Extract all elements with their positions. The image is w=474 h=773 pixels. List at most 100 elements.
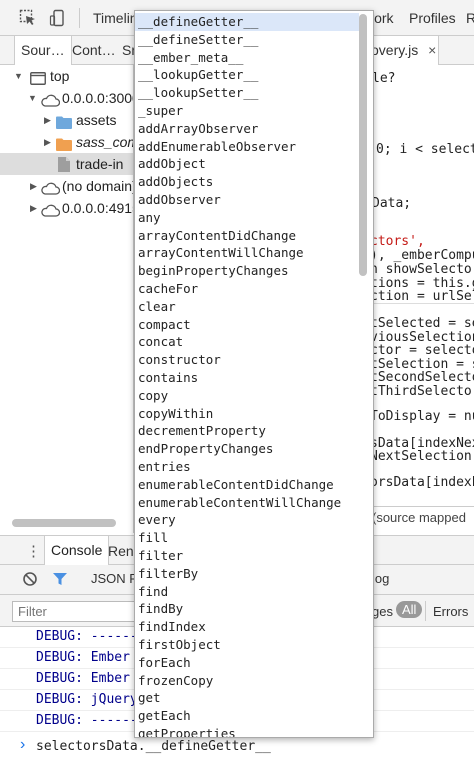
tab-open-file[interactable]: overy.js ×: [364, 36, 440, 65]
autocomplete-item[interactable]: contains: [135, 369, 359, 387]
autocomplete-item[interactable]: frozenCopy: [135, 672, 359, 690]
tree-item-trade-in[interactable]: trade-in: [0, 153, 133, 175]
console-prompt-icon: ›: [20, 736, 26, 753]
context-selector[interactable]: JSON F: [91, 571, 137, 586]
autocomplete-item[interactable]: __defineSetter__: [135, 31, 359, 49]
expand-arrow-icon[interactable]: ▼: [28, 87, 37, 109]
autocomplete-item[interactable]: copy: [135, 387, 359, 405]
tree-item-label: assets: [76, 112, 117, 128]
console-filter-input[interactable]: [12, 601, 136, 622]
autocomplete-item[interactable]: entries: [135, 458, 359, 476]
code-line: 0; i < select: [376, 142, 474, 157]
cursor-arrow-icon[interactable]: [16, 6, 40, 30]
filter-icon[interactable]: [52, 572, 68, 589]
tree-item-assets[interactable]: ▶ assets: [0, 109, 133, 131]
autocomplete-item[interactable]: arrayContentWillChange: [135, 244, 359, 262]
tab-content-scripts[interactable]: Cont…: [66, 36, 122, 65]
tab-console[interactable]: Console: [44, 536, 110, 565]
autocomplete-item[interactable]: addArrayObserver: [135, 120, 359, 138]
level-errors-button[interactable]: Errors: [433, 604, 468, 619]
autocomplete-item[interactable]: clear: [135, 298, 359, 316]
tab-sources[interactable]: Sour…: [14, 36, 72, 65]
autocomplete-item[interactable]: __lookupGetter__: [135, 66, 359, 84]
autocomplete-item[interactable]: enumerableContentDidChange: [135, 476, 359, 494]
autocomplete-item[interactable]: firstObject: [135, 636, 359, 654]
autocomplete-item[interactable]: filter: [135, 547, 359, 565]
autocomplete-item[interactable]: addObserver: [135, 191, 359, 209]
autocomplete-item[interactable]: decrementProperty: [135, 422, 359, 440]
autocomplete-item[interactable]: findIndex: [135, 618, 359, 636]
code-line: ctor = selecto: [370, 343, 474, 358]
code-line: n showSelectors: [370, 262, 474, 277]
close-icon[interactable]: ×: [428, 42, 436, 58]
level-all-button[interactable]: All: [396, 601, 423, 618]
tab-timeline[interactable]: Timelin: [93, 10, 138, 26]
code-line: ), _emberComput: [370, 248, 474, 263]
tree-item-no-domain[interactable]: ▶ (no domain): [0, 175, 133, 197]
autocomplete-item[interactable]: enumerableContentWillChange: [135, 494, 359, 512]
code-line: le?: [372, 71, 396, 86]
autocomplete-item[interactable]: copyWithin: [135, 405, 359, 423]
autocomplete-item[interactable]: __ember_meta__: [135, 49, 359, 67]
autocomplete-item[interactable]: cacheFor: [135, 280, 359, 298]
collapse-arrow-icon[interactable]: ▶: [30, 175, 37, 197]
console-input[interactable]: selectorsData.__defineGetter__: [36, 739, 271, 754]
open-file-label: overy.js: [371, 42, 419, 58]
code-line: ction = urlSele: [370, 289, 474, 304]
expand-arrow-icon[interactable]: ▼: [14, 65, 23, 87]
autocomplete-item[interactable]: beginPropertyChanges: [135, 262, 359, 280]
autocomplete-item[interactable]: __defineGetter__: [135, 13, 359, 31]
collapse-arrow-icon[interactable]: ▶: [44, 109, 51, 131]
levels-label: ges: [372, 604, 393, 619]
autocomplete-item[interactable]: every: [135, 511, 359, 529]
autocomplete-item[interactable]: concat: [135, 333, 359, 351]
autocomplete-item[interactable]: getEach: [135, 707, 359, 725]
navigator-scrollbar[interactable]: [12, 519, 116, 527]
autocomplete-item[interactable]: __lookupSetter__: [135, 84, 359, 102]
tree-item-domain-2[interactable]: ▶ 0.0.0.0:4915: [0, 197, 134, 219]
autocomplete-item[interactable]: find: [135, 583, 359, 601]
autocomplete-item[interactable]: forEach: [135, 654, 359, 672]
autocomplete-item[interactable]: getProperties: [135, 725, 359, 737]
autocomplete-item[interactable]: get: [135, 689, 359, 707]
levels-separator: [425, 601, 426, 621]
autocomplete-item[interactable]: endPropertyChanges: [135, 440, 359, 458]
clear-console-icon[interactable]: [22, 571, 38, 590]
autocomplete-item[interactable]: addEnumerableObserver: [135, 138, 359, 156]
autocomplete-item[interactable]: constructor: [135, 351, 359, 369]
tree-item-sass[interactable]: ▶ sass_comp: [0, 131, 133, 153]
autocomplete-item[interactable]: _super: [135, 102, 359, 120]
autocomplete-item[interactable]: filterBy: [135, 565, 359, 583]
autocomplete-item[interactable]: addObject: [135, 155, 359, 173]
collapse-arrow-icon[interactable]: ▶: [44, 131, 51, 153]
code-separator: [370, 303, 474, 304]
device-toggle-icon[interactable]: [46, 6, 70, 30]
tree-item-top[interactable]: ▼ top: [0, 65, 133, 87]
autocomplete-item[interactable]: findBy: [135, 600, 359, 618]
autocomplete-item[interactable]: compact: [135, 316, 359, 334]
autocomplete-item[interactable]: addObjects: [135, 173, 359, 191]
code-line: tThirdSelector: [370, 384, 474, 399]
autocomplete-scrollbar[interactable]: [359, 14, 367, 276]
file-navigator: ▼ top ▼ 0.0.0.0:3000 ▶ assets ▶ sass_com…: [0, 65, 134, 533]
tab-profiles[interactable]: Profiles: [409, 10, 456, 26]
code-line: ToDisplay = nul: [370, 409, 474, 424]
tab-more[interactable]: R: [466, 10, 474, 26]
code-line: ctors',: [370, 234, 425, 249]
console-message-text: DEBUG: Ember D: [36, 671, 146, 686]
autocomplete-item[interactable]: any: [135, 209, 359, 227]
console-message-text: DEBUG: jQuery: [36, 692, 138, 707]
autocomplete-suggestions: __defineGetter__ __defineSetter__ __ember_…: [134, 10, 374, 738]
tree-item-label: 0.0.0.0:4915: [62, 200, 134, 216]
tree-item-domain[interactable]: ▼ 0.0.0.0:3000: [0, 87, 133, 109]
autocomplete-item[interactable]: fill: [135, 529, 359, 547]
code-line: NextSelection =: [370, 449, 472, 464]
source-mapped-status[interactable]: (source mapped: [372, 510, 466, 525]
autocomplete-item[interactable]: arrayContentDidChange: [135, 227, 359, 245]
code-line: tSecondSelecto: [370, 370, 474, 385]
preserve-log-label[interactable]: log: [372, 571, 389, 586]
cloud-icon: [40, 201, 61, 223]
kebab-icon[interactable]: ⋮: [26, 542, 41, 560]
collapse-arrow-icon[interactable]: ▶: [30, 197, 37, 219]
code-line: Data;: [372, 196, 412, 211]
